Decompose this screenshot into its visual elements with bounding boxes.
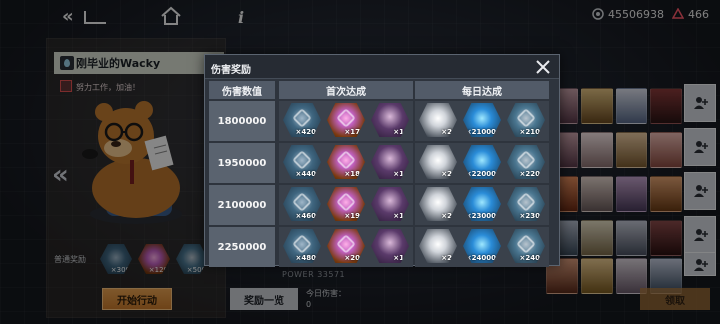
reward-qty: ×22000 <box>465 170 496 178</box>
reward-qty: ×24000 <box>465 254 496 262</box>
reward-qty: ×2 <box>441 212 452 220</box>
orb-icon[interactable]: ×17 <box>327 103 365 137</box>
material-icon[interactable]: ×230 <box>507 187 545 221</box>
first-rewards: ×420 ×17 ×1 <box>279 101 413 141</box>
reward-qty: ×440 <box>295 170 316 178</box>
damage-reward-modal: 伤害奖励 伤害数值 首次达成 每日达成 1800000 ×420 ×17 ×1 … <box>204 54 560 267</box>
orb-icon[interactable]: ×18 <box>327 145 365 179</box>
table-row: 1800000 ×420 ×17 ×1 ×2 ×21000 ×210 <box>209 101 549 141</box>
daily-rewards: ×2 ×23000 ×230 <box>415 185 549 225</box>
reward-qty: ×19 <box>344 212 360 220</box>
reward-qty: ×2 <box>441 170 452 178</box>
modal-header: 伤害奖励 <box>205 55 559 79</box>
reward-qty: ×20 <box>344 254 360 262</box>
reward-qty: ×230 <box>519 212 540 220</box>
ticket-icon[interactable]: ×2 <box>419 103 457 137</box>
first-rewards: ×480 ×20 ×1 <box>279 227 413 267</box>
close-icon[interactable] <box>535 59 551 75</box>
reward-qty: ×480 <box>295 254 316 262</box>
first-rewards: ×460 ×19 ×1 <box>279 185 413 225</box>
column-header-first: 首次达成 <box>279 81 413 99</box>
character-icon[interactable]: ×1 <box>371 145 409 179</box>
reward-qty: ×2 <box>441 128 452 136</box>
orb-icon[interactable]: ×20 <box>327 229 365 263</box>
material-icon[interactable]: ×240 <box>507 229 545 263</box>
reward-qty: ×420 <box>295 128 316 136</box>
material-icon[interactable]: ×220 <box>507 145 545 179</box>
reward-qty: ×1 <box>393 254 404 262</box>
column-header-daily: 每日达成 <box>415 81 549 99</box>
reward-qty: ×240 <box>519 254 540 262</box>
reward-qty: ×18 <box>344 170 360 178</box>
damage-value: 2100000 <box>209 185 275 225</box>
daily-rewards: ×2 ×21000 ×210 <box>415 101 549 141</box>
reward-qty: ×220 <box>519 170 540 178</box>
chip-icon[interactable]: ×460 <box>283 187 321 221</box>
table-row: 2100000 ×460 ×19 ×1 ×2 ×23000 ×230 <box>209 185 549 225</box>
reward-qty: ×21000 <box>465 128 496 136</box>
coin-icon[interactable]: ×23000 <box>463 187 501 221</box>
damage-value: 1950000 <box>209 143 275 183</box>
reward-qty: ×1 <box>393 128 404 136</box>
reward-qty: ×17 <box>344 128 360 136</box>
modal-title: 伤害奖励 <box>211 65 251 76</box>
table-row: 2250000 ×480 ×20 ×1 ×2 ×24000 ×240 <box>209 227 549 267</box>
table-row: 1950000 ×440 ×18 ×1 ×2 ×22000 ×220 <box>209 143 549 183</box>
ticket-icon[interactable]: ×2 <box>419 229 457 263</box>
coin-icon[interactable]: ×22000 <box>463 145 501 179</box>
reward-qty: ×210 <box>519 128 540 136</box>
chip-icon[interactable]: ×480 <box>283 229 321 263</box>
character-icon[interactable]: ×1 <box>371 229 409 263</box>
damage-value: 2250000 <box>209 227 275 267</box>
reward-qty: ×1 <box>393 170 404 178</box>
reward-qty: ×23000 <box>465 212 496 220</box>
damage-value: 1800000 <box>209 101 275 141</box>
ticket-icon[interactable]: ×2 <box>419 145 457 179</box>
character-icon[interactable]: ×1 <box>371 103 409 137</box>
orb-icon[interactable]: ×19 <box>327 187 365 221</box>
column-header-damage: 伤害数值 <box>209 81 275 99</box>
character-icon[interactable]: ×1 <box>371 187 409 221</box>
ticket-icon[interactable]: ×2 <box>419 187 457 221</box>
daily-rewards: ×2 ×24000 ×240 <box>415 227 549 267</box>
reward-qty: ×1 <box>393 212 404 220</box>
chip-icon[interactable]: ×440 <box>283 145 321 179</box>
chip-icon[interactable]: ×420 <box>283 103 321 137</box>
coin-icon[interactable]: ×21000 <box>463 103 501 137</box>
reward-qty: ×460 <box>295 212 316 220</box>
material-icon[interactable]: ×210 <box>507 103 545 137</box>
daily-rewards: ×2 ×22000 ×220 <box>415 143 549 183</box>
coin-icon[interactable]: ×24000 <box>463 229 501 263</box>
first-rewards: ×440 ×18 ×1 <box>279 143 413 183</box>
reward-qty: ×2 <box>441 254 452 262</box>
